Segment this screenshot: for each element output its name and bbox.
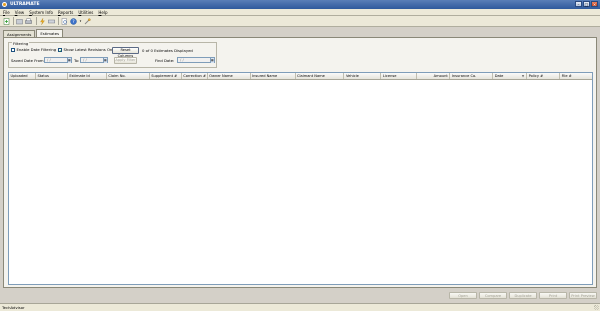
toolbar-separator — [35, 17, 36, 25]
column-header-insurance-co[interactable]: Insurance Co. — [450, 73, 494, 79]
column-header-policy[interactable]: Policy # — [527, 73, 561, 79]
date-from-field[interactable]: / / ▦ — [44, 57, 72, 63]
column-header-uploaded[interactable]: Uploaded — [9, 73, 36, 79]
saved-date-from-label: Saved Date From: — [11, 58, 45, 63]
status-bar: TechAdvisor — [0, 303, 600, 311]
column-header-claim-no[interactable]: Claim No. — [107, 73, 150, 79]
column-header-license[interactable]: License — [381, 73, 418, 79]
menu-help[interactable]: Help — [98, 10, 107, 15]
tab-estimates[interactable]: Estimates — [36, 29, 64, 37]
column-header-amount[interactable]: Amount — [417, 73, 451, 79]
calendar-icon[interactable]: ▦ — [102, 58, 107, 63]
maximize-button[interactable]: □ — [583, 1, 590, 7]
estimates-grid[interactable]: Uploaded Status Estimate Id Claim No. Su… — [8, 72, 593, 285]
minimize-button[interactable]: – — [575, 1, 582, 7]
menu-view[interactable]: View — [15, 10, 25, 15]
apply-filter-button[interactable]: Apply Filter — [114, 57, 137, 64]
open-button[interactable]: Open — [449, 292, 477, 299]
column-header-file[interactable]: File # — [560, 73, 592, 79]
tools-icon[interactable] — [84, 17, 92, 25]
status-text: TechAdvisor — [2, 305, 25, 310]
calendar-icon[interactable]: ▦ — [209, 58, 214, 63]
column-header-vehicle[interactable]: Vehicle — [344, 73, 382, 79]
to-label: To: — [74, 58, 80, 63]
tab-assignments[interactable]: Assignments — [3, 30, 36, 37]
print-preview-button[interactable]: Print Preview — [569, 292, 597, 299]
grid-header: Uploaded Status Estimate Id Claim No. Su… — [9, 73, 592, 80]
check-icon: ✓ — [58, 47, 63, 53]
column-header-status[interactable]: Status — [36, 73, 68, 79]
title-bar: ULTRAMATE – □ × — [0, 0, 600, 9]
filtering-group: Filtering Enable Date Filtering ✓ Show L… — [8, 40, 217, 68]
duplicate-button[interactable]: Duplicate — [509, 292, 537, 299]
print-icon[interactable] — [25, 17, 33, 25]
estimates-displayed-count: 0 of 0 Estimates Displayed — [142, 48, 193, 53]
menu-system-info[interactable]: System Info — [29, 10, 53, 15]
chevron-down-icon[interactable]: ▾ — [79, 17, 83, 25]
column-header-owner-name[interactable]: Owner Name — [208, 73, 251, 79]
tab-strip: Assignments Estimates — [3, 29, 64, 37]
show-latest-revisions-checkbox[interactable]: ✓ Show Latest Revisions Only — [58, 47, 116, 52]
toolbar-separator — [58, 17, 59, 25]
date-to-field[interactable]: / / ▦ — [80, 57, 108, 63]
action-button-bar: Open Compare Duplicate Print Print Previ… — [449, 292, 597, 299]
menu-file[interactable]: File — [3, 10, 10, 15]
menu-bar: File View System Info Reports Utilities … — [0, 9, 600, 16]
window-title: ULTRAMATE — [10, 2, 40, 7]
find-date-field[interactable]: / / ▦ — [177, 57, 215, 63]
estimates-panel: Filtering Enable Date Filtering ✓ Show L… — [3, 37, 597, 288]
column-header-correction[interactable]: Correction # — [182, 73, 208, 79]
compare-button[interactable]: Compare — [479, 292, 507, 299]
column-header-claimant-name[interactable]: Claimant Name — [296, 73, 345, 79]
checkbox-box — [11, 47, 15, 52]
enable-date-filtering-label: Enable Date Filtering — [16, 47, 57, 52]
resize-grip-icon[interactable] — [594, 305, 599, 310]
open-icon[interactable] — [16, 17, 24, 25]
toolbar: ? ▾ — [0, 16, 600, 27]
find-date-label: Find Date: — [155, 58, 175, 63]
column-header-insured-name[interactable]: Insured Name — [251, 73, 296, 79]
help-icon[interactable]: ? — [70, 17, 78, 25]
preview-icon[interactable] — [61, 17, 69, 25]
calendar-icon[interactable]: ▦ — [66, 58, 71, 63]
column-header-supplement[interactable]: Supplement # — [150, 73, 182, 79]
close-button[interactable]: × — [591, 1, 598, 7]
column-header-date[interactable]: Date ▼ — [493, 73, 528, 79]
reset-columns-button[interactable]: Reset Columns — [112, 47, 139, 58]
print-button[interactable]: Print — [539, 292, 567, 299]
new-icon[interactable] — [2, 17, 10, 25]
sort-descending-icon: ▼ — [521, 74, 525, 78]
app-icon — [2, 2, 7, 7]
show-latest-revisions-label: Show Latest Revisions Only — [63, 47, 116, 52]
column-header-estimate-id[interactable]: Estimate Id — [68, 73, 107, 79]
keyboard-icon[interactable] — [47, 17, 55, 25]
filtering-legend: Filtering — [12, 40, 30, 46]
menu-utilities[interactable]: Utilities — [78, 10, 93, 15]
menu-reports[interactable]: Reports — [58, 10, 73, 15]
enable-date-filtering-checkbox[interactable]: Enable Date Filtering — [11, 47, 56, 52]
toolbar-separator — [13, 17, 14, 25]
lightning-icon[interactable] — [38, 17, 46, 25]
